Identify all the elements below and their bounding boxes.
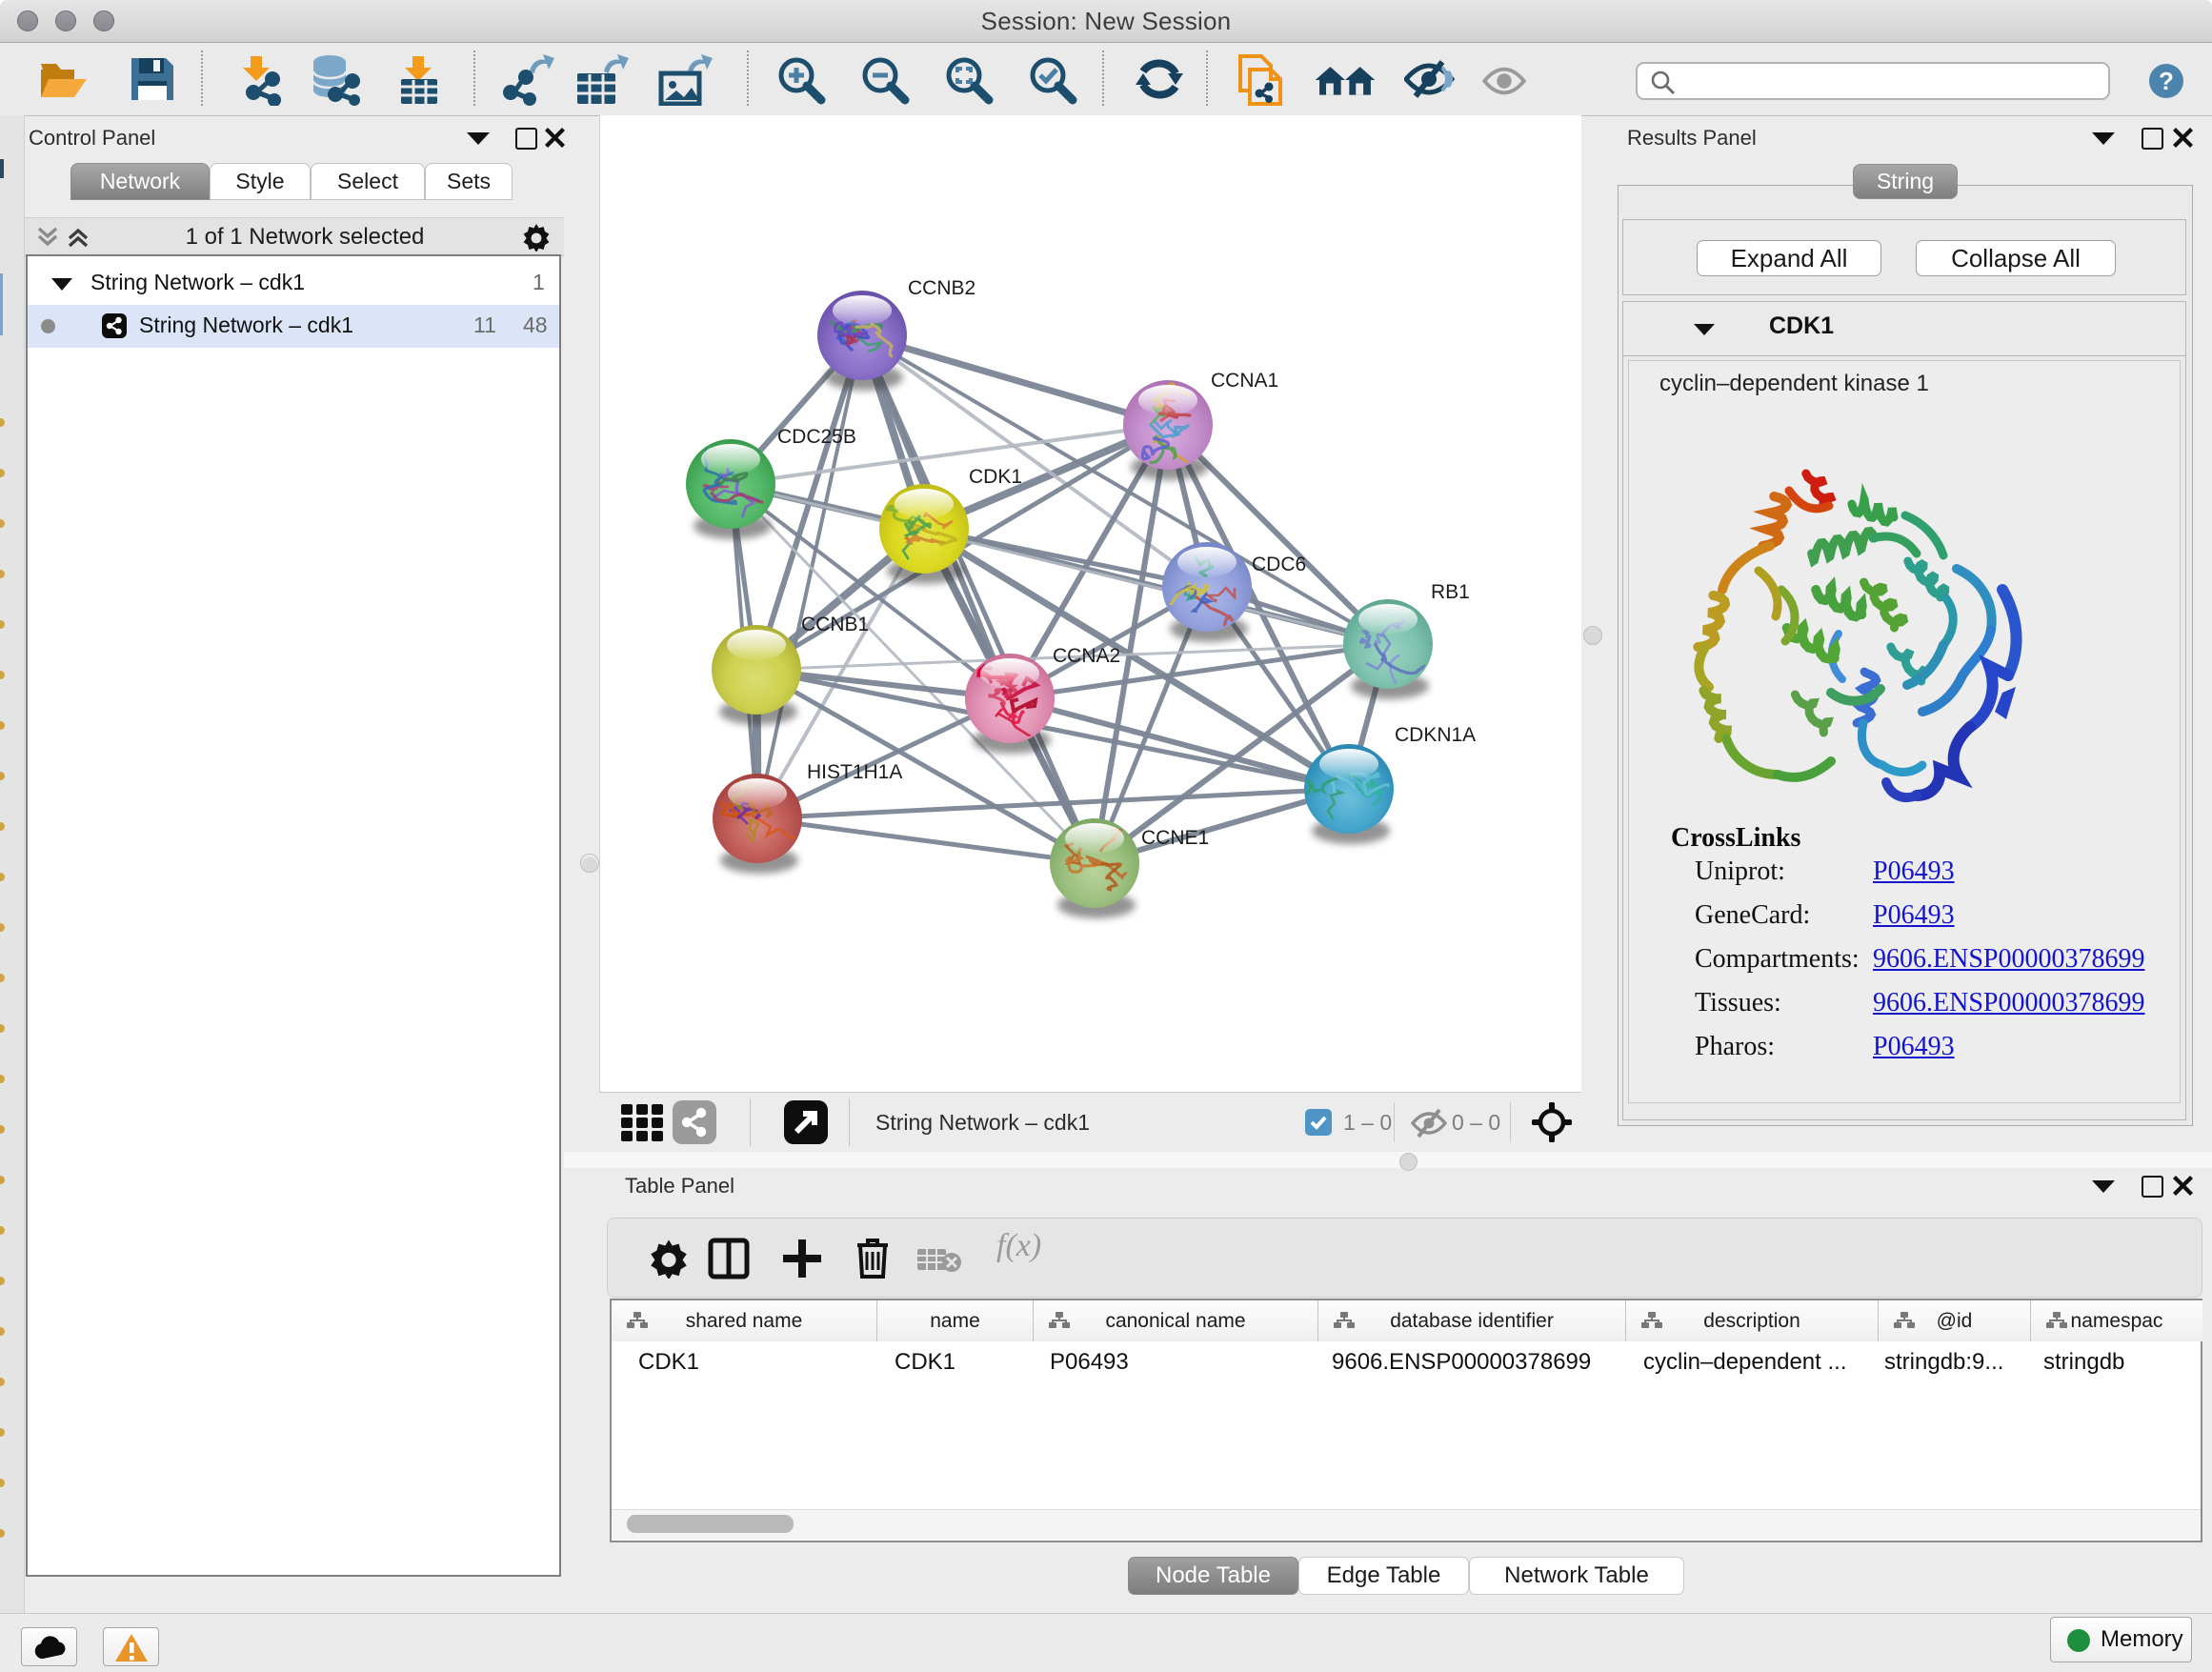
svg-text:?: ? [2159,67,2174,95]
svg-text:CDK1: CDK1 [969,466,1022,488]
svg-text:CCNB2: CCNB2 [908,277,975,299]
svg-text:CDC6: CDC6 [1252,554,1306,575]
svg-text:CCNA1: CCNA1 [1211,370,1278,392]
svg-text:CDKN1A: CDKN1A [1395,724,1476,746]
svg-text:CDC25B: CDC25B [777,426,856,448]
svg-text:RB1: RB1 [1431,581,1470,603]
svg-text:CCNE1: CCNE1 [1141,827,1209,849]
svg-text:CCNB1: CCNB1 [801,614,869,635]
svg-text:HIST1H1A: HIST1H1A [807,761,902,783]
svg-text:CCNA2: CCNA2 [1053,645,1120,667]
